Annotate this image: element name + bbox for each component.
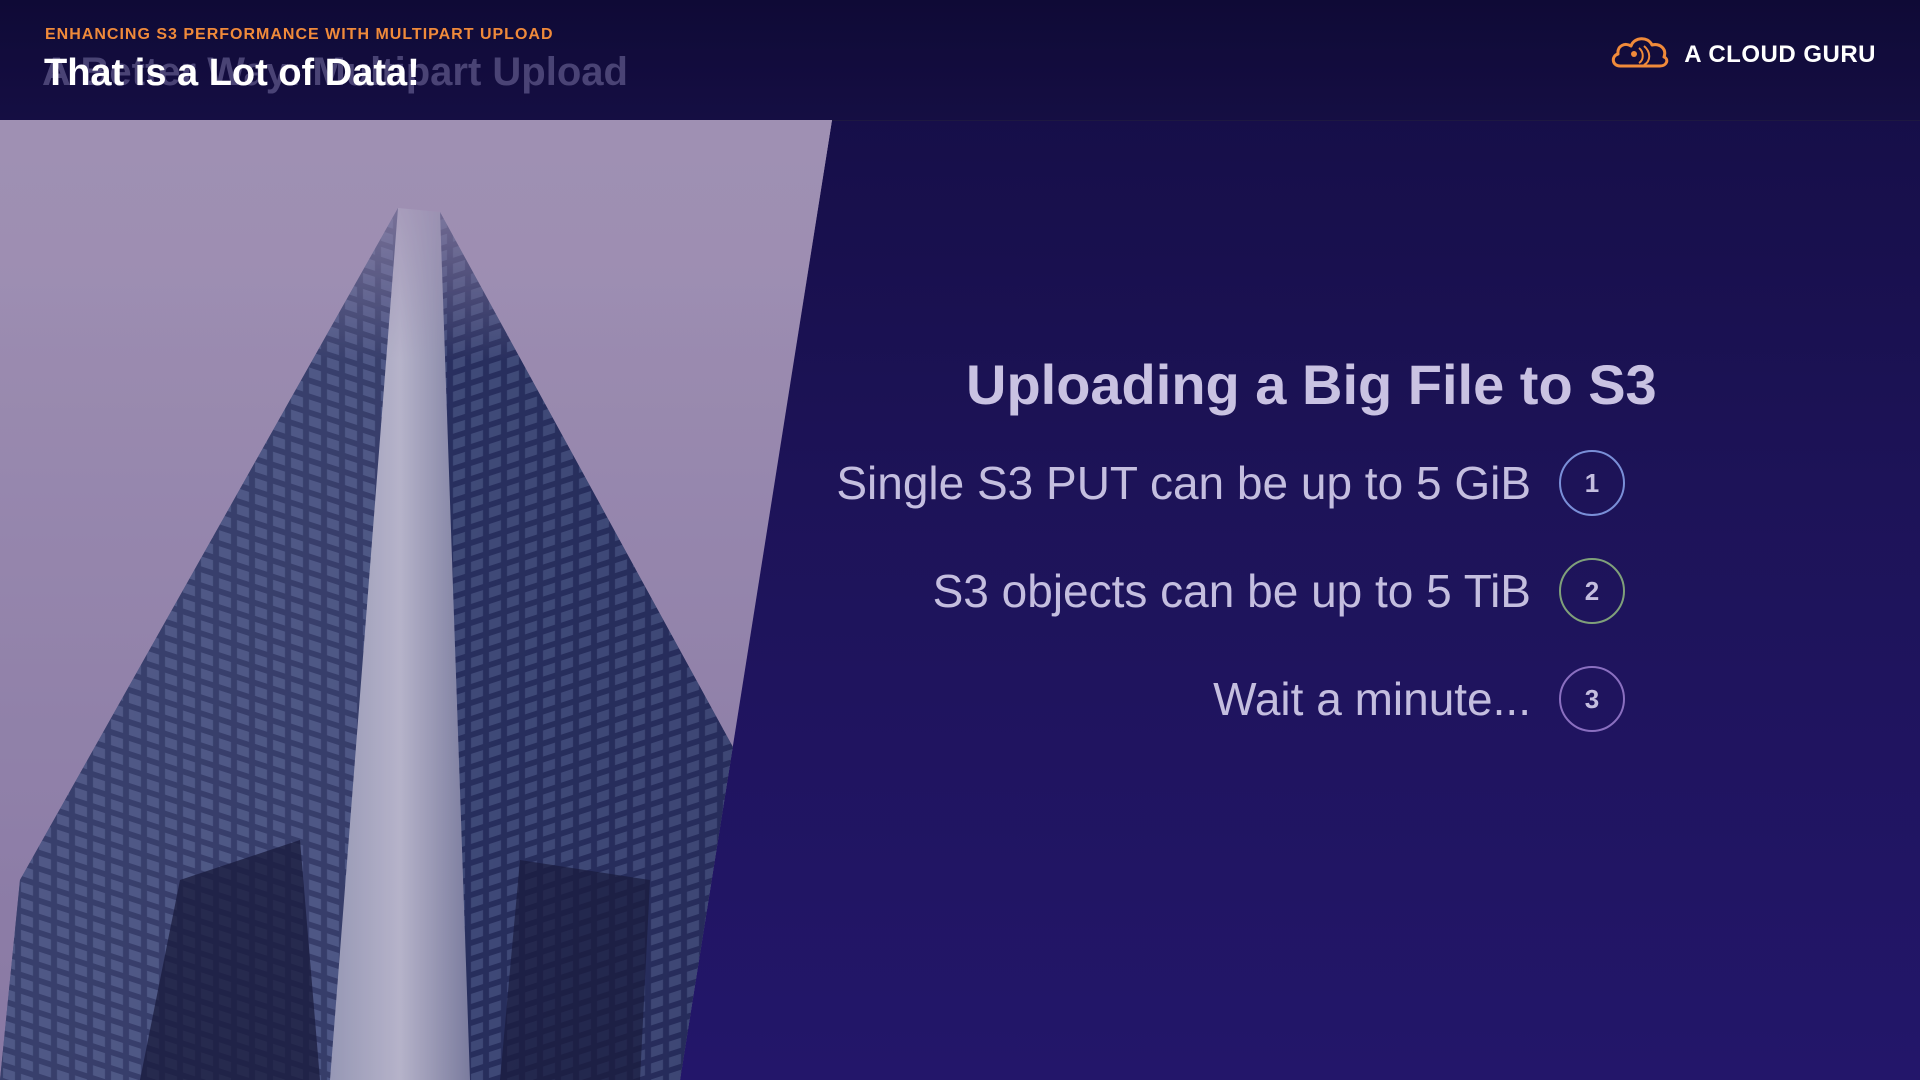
brand-name: A CLOUD GURU <box>1684 40 1876 68</box>
number-badge: 1 <box>1559 450 1625 516</box>
slide: ENHANCING S3 PERFORMANCE WITH MULTIPART … <box>0 0 1920 1080</box>
slide-title: That is a Lot of Data! <box>44 52 420 94</box>
point-text: S3 objects can be up to 5 TiB <box>932 565 1531 617</box>
number-badge: 2 <box>1559 558 1625 624</box>
cloud-icon <box>1608 32 1670 77</box>
content-heading: Uploading a Big File to S3 <box>966 353 1657 416</box>
skyscraper-photo <box>0 120 832 1080</box>
list-item: Single S3 PUT can be up to 5 GiB 1 <box>836 450 1625 516</box>
point-text: Single S3 PUT can be up to 5 GiB <box>836 457 1531 509</box>
section-eyebrow: ENHANCING S3 PERFORMANCE WITH MULTIPART … <box>45 26 554 43</box>
point-text: Wait a minute... <box>1213 673 1531 725</box>
list-item: S3 objects can be up to 5 TiB 2 <box>933 558 1625 624</box>
brand-logo: A CLOUD GURU <box>1608 32 1876 77</box>
list-item: Wait a minute... 3 <box>1213 666 1625 732</box>
slide-header: ENHANCING S3 PERFORMANCE WITH MULTIPART … <box>0 0 1920 121</box>
content-panel: Uploading a Big File to S3 Single S3 PUT… <box>780 340 1680 760</box>
number-badge: 3 <box>1559 666 1625 732</box>
